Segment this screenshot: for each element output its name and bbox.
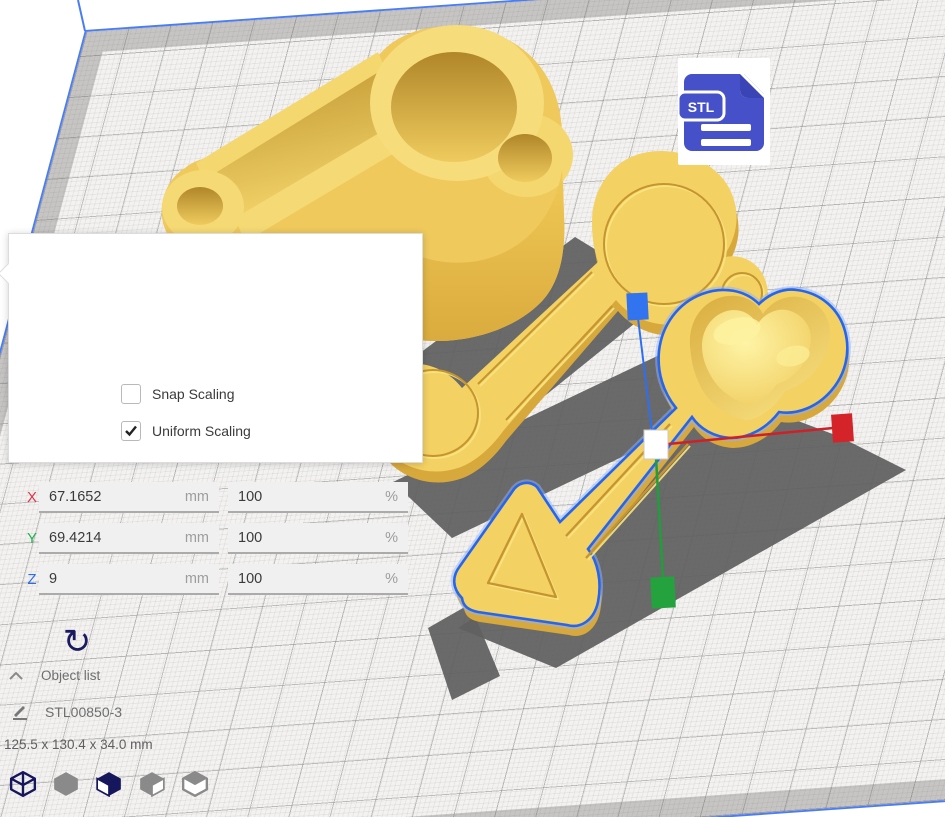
viewport-3d[interactable]: STL X 67.1652 mm 100 % Y 69.4214 mm 100 … xyxy=(0,0,945,817)
z-scale-handle[interactable] xyxy=(650,576,676,608)
build-volume-edge xyxy=(78,0,85,31)
chevron-up-icon xyxy=(8,671,24,681)
view-front-button[interactable] xyxy=(51,771,81,799)
cube-left-view-icon xyxy=(138,771,166,797)
camera-view-toolbar xyxy=(8,771,210,799)
object-list-header[interactable]: Object list xyxy=(8,668,100,683)
x-scale-handle[interactable] xyxy=(831,413,854,442)
y-scale-handle[interactable] xyxy=(626,292,648,320)
y-size-input[interactable]: 69.4214 mm xyxy=(39,523,219,554)
snap-scaling-label: Snap Scaling xyxy=(152,386,235,402)
view-top-button[interactable] xyxy=(94,771,124,799)
object-list-item[interactable]: STL00850-3 xyxy=(10,702,122,721)
object-name: STL00850-3 xyxy=(45,704,122,720)
uniform-scaling-label: Uniform Scaling xyxy=(152,423,251,439)
uniform-scaling-checkbox[interactable] xyxy=(121,421,141,441)
cube-3d-view-icon xyxy=(9,771,37,797)
pencil-icon xyxy=(10,702,29,721)
stl-label: STL xyxy=(688,99,715,115)
view-right-button[interactable] xyxy=(180,771,210,799)
z-size-input[interactable]: 9 mm xyxy=(39,564,219,595)
view-left-button[interactable] xyxy=(137,771,167,799)
z-percent-input[interactable]: 100 % xyxy=(228,564,408,595)
stl-file-icon: STL xyxy=(678,58,770,165)
scale-tool-panel: X 67.1652 mm 100 % Y 69.4214 mm 100 % Z … xyxy=(8,233,423,463)
uniform-scale-handle[interactable] xyxy=(644,430,668,459)
x-size-input[interactable]: 67.1652 mm xyxy=(39,482,219,513)
cube-front-view-icon xyxy=(52,771,80,797)
cube-right-view-icon xyxy=(181,771,209,797)
object-list-title: Object list xyxy=(41,668,100,683)
y-percent-input[interactable]: 100 % xyxy=(228,523,408,554)
selected-model-dimensions: 125.5 x 130.4 x 34.0 mm xyxy=(4,737,153,752)
reset-scale-button[interactable]: ↺ xyxy=(57,622,97,662)
cube-top-view-icon xyxy=(95,771,123,797)
x-percent-input[interactable]: 100 % xyxy=(228,482,408,513)
snap-scaling-checkbox[interactable] xyxy=(121,384,141,404)
view-3d-button[interactable] xyxy=(8,771,38,799)
checkmark-icon xyxy=(124,425,138,437)
